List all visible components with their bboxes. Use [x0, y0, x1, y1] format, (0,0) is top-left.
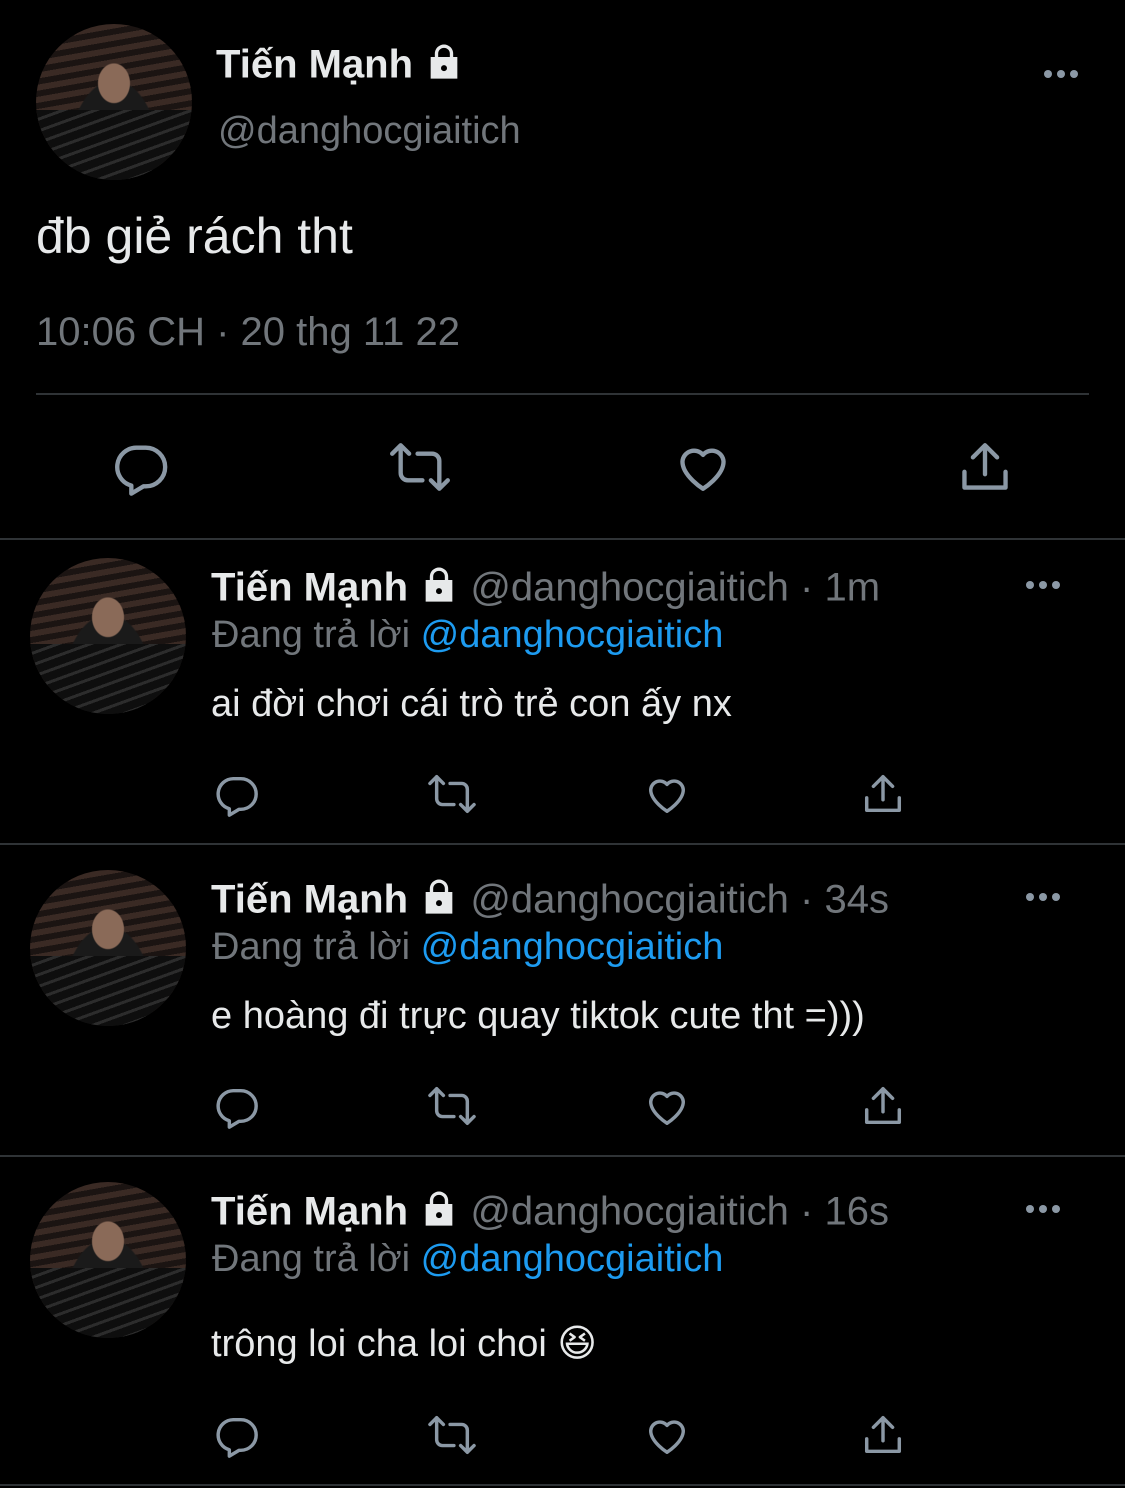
lock-icon: [419, 877, 459, 927]
tweet-text: e hoàng đi trực quay tiktok cute tht =))…: [211, 995, 865, 1037]
handle-time[interactable]: @danghocgiaitich · 34s: [470, 878, 889, 922]
reply-header: Tiến Mạnh @danghocgiaitich · 34s: [211, 877, 889, 927]
reply-header: Tiến Mạnh @danghocgiaitich · 16s: [211, 1189, 889, 1239]
reply-icon[interactable]: [112, 438, 170, 496]
mention-link[interactable]: @danghocgiaitich: [421, 614, 724, 656]
reply-icon[interactable]: [214, 1083, 260, 1129]
more-icon[interactable]: [1026, 893, 1060, 901]
mention-link[interactable]: @danghocgiaitich: [421, 1238, 724, 1280]
share-icon[interactable]: [860, 771, 906, 817]
display-name[interactable]: Tiến Mạnh: [211, 878, 408, 922]
reply-icon[interactable]: [214, 771, 260, 817]
replying-prefix: Đang trả lời: [212, 614, 411, 656]
lock-icon: [419, 1189, 459, 1239]
replying-to: Đang trả lời @danghocgiaitich: [212, 926, 723, 969]
handle-time[interactable]: @danghocgiaitich · 1m: [470, 566, 880, 610]
retweet-icon[interactable]: [388, 438, 452, 496]
heart-icon[interactable]: [644, 771, 690, 817]
divider: [0, 538, 1125, 540]
divider: [0, 1484, 1125, 1486]
heart-icon[interactable]: [674, 438, 732, 496]
avatar[interactable]: [30, 1182, 186, 1338]
tweet-text: ai đời chơi cái trò trẻ con ấy nx: [211, 683, 732, 725]
heart-icon[interactable]: [644, 1083, 690, 1129]
avatar[interactable]: [30, 870, 186, 1026]
divider: [36, 393, 1089, 395]
tweet-timestamp[interactable]: 10:06 CH · 20 thg 11 22: [36, 310, 460, 355]
share-icon[interactable]: [860, 1083, 906, 1129]
more-icon[interactable]: [1044, 70, 1078, 78]
replying-to: Đang trả lời @danghocgiaitich: [212, 1238, 723, 1281]
display-name[interactable]: Tiến Mạnh: [211, 566, 408, 610]
tweet-text: đb giẻ rách tht: [36, 208, 353, 264]
display-name[interactable]: Tiến Mạnh: [216, 43, 413, 87]
reply-icon[interactable]: [214, 1412, 260, 1458]
handle[interactable]: @danghocgiaitich: [218, 110, 521, 153]
more-icon[interactable]: [1026, 1205, 1060, 1213]
replying-to: Đang trả lời @danghocgiaitich: [212, 614, 723, 657]
more-icon[interactable]: [1026, 581, 1060, 589]
retweet-icon[interactable]: [426, 771, 478, 817]
mention-link[interactable]: @danghocgiaitich: [421, 926, 724, 968]
lock-icon: [419, 565, 459, 615]
handle-time[interactable]: @danghocgiaitich · 16s: [470, 1190, 889, 1234]
divider: [0, 1155, 1125, 1157]
tweet-text: trông loi cha loi choi 😆: [211, 1323, 598, 1365]
retweet-icon[interactable]: [426, 1412, 478, 1458]
retweet-icon[interactable]: [426, 1083, 478, 1129]
share-icon[interactable]: [956, 438, 1014, 496]
avatar[interactable]: [36, 24, 192, 180]
display-name-row: Tiến Mạnh: [216, 42, 464, 92]
avatar[interactable]: [30, 558, 186, 714]
reply-header: Tiến Mạnh @danghocgiaitich · 1m: [211, 565, 880, 615]
share-icon[interactable]: [860, 1412, 906, 1458]
replying-prefix: Đang trả lời: [212, 1238, 411, 1280]
heart-icon[interactable]: [644, 1412, 690, 1458]
replying-prefix: Đang trả lời: [212, 926, 411, 968]
divider: [0, 843, 1125, 845]
lock-icon: [424, 42, 464, 92]
display-name[interactable]: Tiến Mạnh: [211, 1190, 408, 1234]
